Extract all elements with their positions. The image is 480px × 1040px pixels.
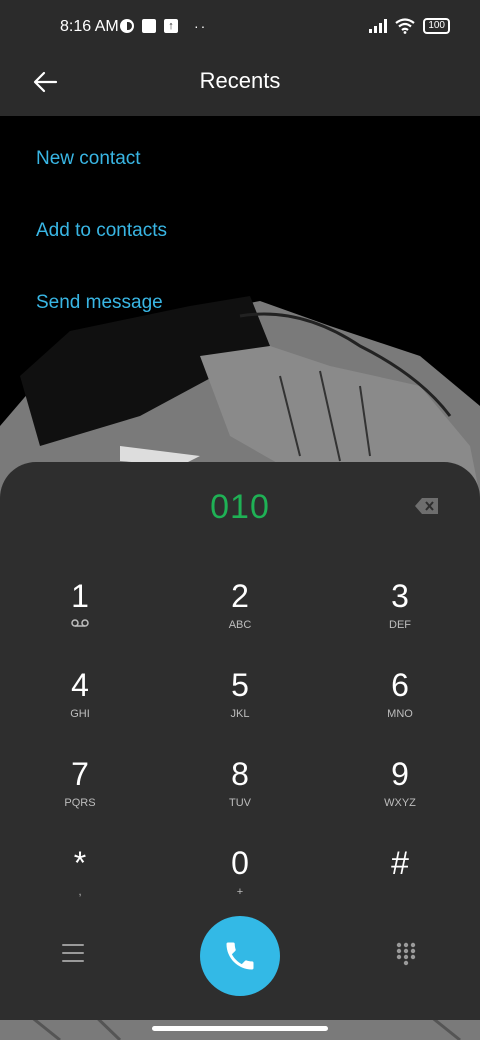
home-indicator[interactable] bbox=[152, 1026, 328, 1031]
data-saver-icon bbox=[120, 19, 134, 33]
call-button[interactable] bbox=[200, 916, 280, 996]
key-6[interactable]: 6 MNO bbox=[340, 667, 460, 747]
key-0[interactable]: 0 + bbox=[180, 845, 300, 925]
phone-icon bbox=[226, 942, 254, 970]
dialpad-toggle-icon[interactable] bbox=[396, 942, 416, 966]
key-star[interactable]: *, bbox=[20, 845, 140, 925]
send-message-link[interactable]: Send message bbox=[36, 292, 167, 314]
new-contact-link[interactable]: New contact bbox=[36, 148, 167, 170]
key-9[interactable]: 9 WXYZ bbox=[340, 756, 460, 836]
dialed-number: 010 bbox=[210, 488, 270, 526]
battery-icon: 100 bbox=[423, 18, 450, 34]
more-notifications-icon: ·· bbox=[194, 18, 208, 34]
upload-icon: ↑ bbox=[164, 19, 178, 33]
app-header: Recents bbox=[0, 56, 480, 116]
add-to-contacts-link[interactable]: Add to contacts bbox=[36, 220, 167, 242]
key-1[interactable]: 1 bbox=[20, 578, 140, 658]
navigation-bar bbox=[0, 1020, 480, 1040]
notification-icons: ↑ ·· bbox=[120, 18, 207, 34]
voicemail-icon bbox=[71, 619, 89, 627]
signal-icon bbox=[369, 19, 388, 33]
system-icons: 100 bbox=[369, 18, 450, 34]
dialpad-actions bbox=[0, 916, 480, 996]
page-title: Recents bbox=[199, 68, 281, 93]
status-time: 8:16 AM bbox=[60, 18, 119, 35]
backspace-icon[interactable] bbox=[414, 496, 440, 516]
key-hash[interactable]: # bbox=[340, 845, 460, 925]
key-3[interactable]: 3 DEF bbox=[340, 578, 460, 658]
key-7[interactable]: 7 PQRS bbox=[20, 756, 140, 836]
status-bar: 8:16 AM ↑ ·· 100 bbox=[0, 0, 480, 56]
key-8[interactable]: 8 TUV bbox=[180, 756, 300, 836]
recent-actions: New contact Add to contacts Send message bbox=[36, 148, 167, 364]
dialpad-panel: 010 1 2 ABC 3 DEF 4 GHI 5 JKL 6 MNO 7 PQ… bbox=[0, 462, 480, 1020]
menu-icon[interactable] bbox=[62, 944, 84, 962]
app-notification-icon bbox=[142, 19, 156, 33]
key-5[interactable]: 5 JKL bbox=[180, 667, 300, 747]
wifi-icon bbox=[395, 18, 415, 34]
key-2[interactable]: 2 ABC bbox=[180, 578, 300, 658]
key-4[interactable]: 4 GHI bbox=[20, 667, 140, 747]
